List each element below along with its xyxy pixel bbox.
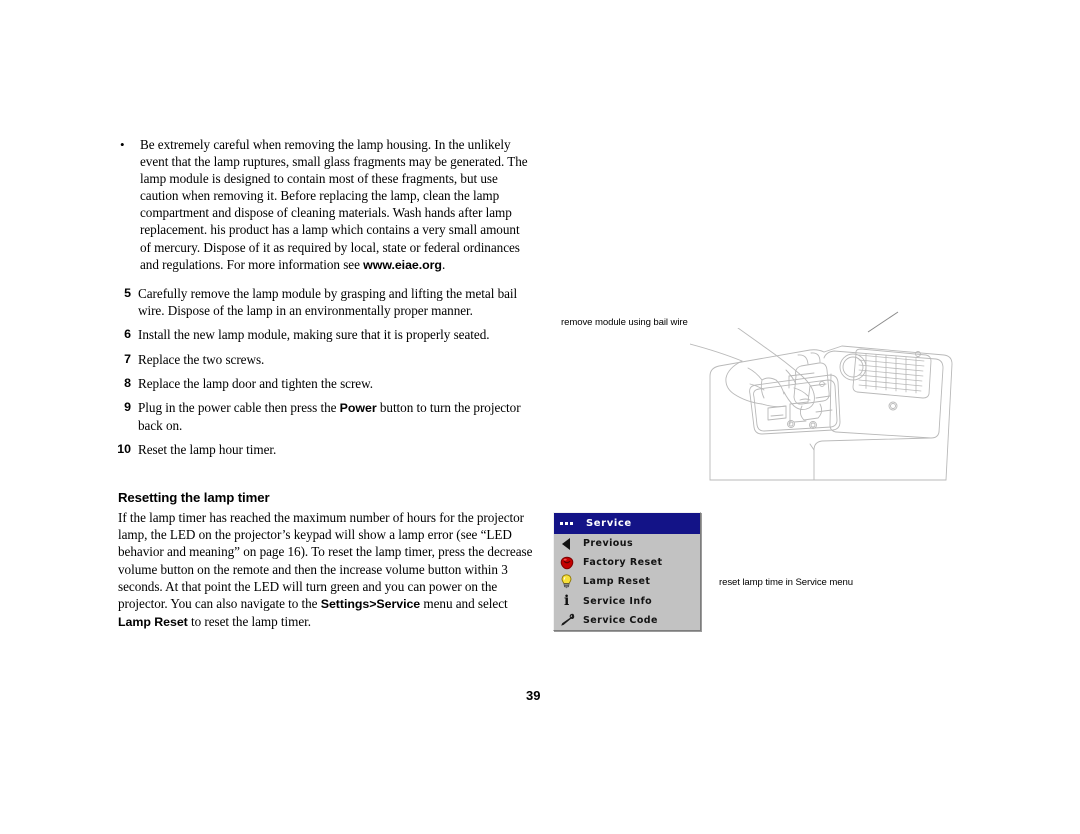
wrench-icon: [560, 611, 578, 630]
list-item: 8 Replace the lamp door and tighten the …: [112, 375, 532, 392]
settings-service-keyword: Settings>Service: [320, 597, 421, 612]
service-menu-header: Service: [554, 513, 700, 534]
step-number: 8: [124, 375, 131, 390]
step-number: 7: [124, 351, 131, 366]
page-title: Resetting the lamp timer: [118, 490, 270, 505]
list-item: 10 Reset the lamp hour timer.: [112, 441, 532, 458]
menu-dots-icon: [560, 522, 573, 525]
step-text-before: Plug in the power cable then press the: [138, 400, 340, 416]
warning-text: Be extremely careful when removing the l…: [140, 136, 530, 274]
info-icon: i: [564, 593, 570, 610]
step-number: 5: [124, 286, 131, 300]
caption-reset-lamp-time: reset lamp time in Service menu: [719, 577, 853, 588]
service-menu[interactable]: Service Previous Factory Reset Lamp Rese…: [553, 512, 701, 631]
menu-item-label: Service Info: [583, 595, 653, 607]
menu-item-service-info[interactable]: i Service Info: [554, 592, 700, 611]
warning-text-main: Be extremely careful when removing the l…: [140, 137, 528, 272]
warning-text-end: .: [441, 256, 446, 272]
list-item: 5 Carefully remove the lamp module by gr…: [112, 285, 532, 319]
menu-item-label: Service Code: [583, 614, 658, 626]
menu-item-lamp-reset[interactable]: Lamp Reset: [554, 572, 700, 591]
bullet-marker: •: [120, 137, 125, 152]
step-number: 10: [117, 442, 131, 457]
step-text: Plug in the power cable then press the P…: [138, 399, 532, 434]
projector-lamp-illustration: [690, 328, 953, 481]
list-item: 7 Replace the two screws.: [112, 351, 532, 368]
list-item: 6 Install the new lamp module, making su…: [112, 326, 532, 343]
menu-item-previous[interactable]: Previous: [554, 534, 700, 553]
warning-url: www.eiae.org: [363, 257, 442, 272]
list-item: 9 Plug in the power cable then press the…: [112, 399, 532, 434]
safety-warning-block: • Be extremely careful when removing the…: [118, 136, 530, 274]
warning-bullet-row: • Be extremely careful when removing the…: [118, 136, 530, 274]
menu-item-label: Lamp Reset: [583, 576, 651, 588]
menu-item-service-code[interactable]: Service Code: [554, 611, 700, 630]
step-number: 9: [124, 400, 131, 415]
section-body-text: If the lamp timer has reached the maximu…: [118, 509, 536, 631]
body-part-3: to reset the lamp timer.: [187, 614, 312, 630]
power-button-keyword: Power: [339, 401, 377, 416]
step-text: Replace the lamp door and tighten the sc…: [138, 375, 373, 391]
step-text: Install the new lamp module, making sure…: [138, 327, 490, 343]
numbered-steps-list: 5 Carefully remove the lamp module by gr…: [112, 285, 532, 466]
menu-item-factory-reset[interactable]: Factory Reset: [554, 553, 700, 572]
manual-page: • Be extremely careful when removing the…: [0, 0, 1080, 834]
previous-arrow-icon: [560, 534, 578, 553]
body-part-2: menu and select: [420, 596, 508, 612]
lamp-reset-keyword: Lamp Reset: [118, 615, 188, 630]
menu-item-label: Factory Reset: [583, 557, 663, 569]
page-number: 39: [526, 688, 541, 703]
step-text: Reset the lamp hour timer.: [138, 442, 277, 458]
step-text: Replace the two screws.: [138, 351, 265, 367]
step-number: 6: [124, 327, 131, 342]
step-text: Carefully remove the lamp module by gras…: [138, 286, 518, 319]
lightbulb-icon: [560, 572, 578, 591]
factory-reset-icon: [560, 553, 578, 572]
caption-remove-module: remove module using bail wire: [561, 317, 688, 328]
service-menu-title: Service: [586, 518, 632, 529]
menu-item-label: Previous: [583, 538, 634, 550]
